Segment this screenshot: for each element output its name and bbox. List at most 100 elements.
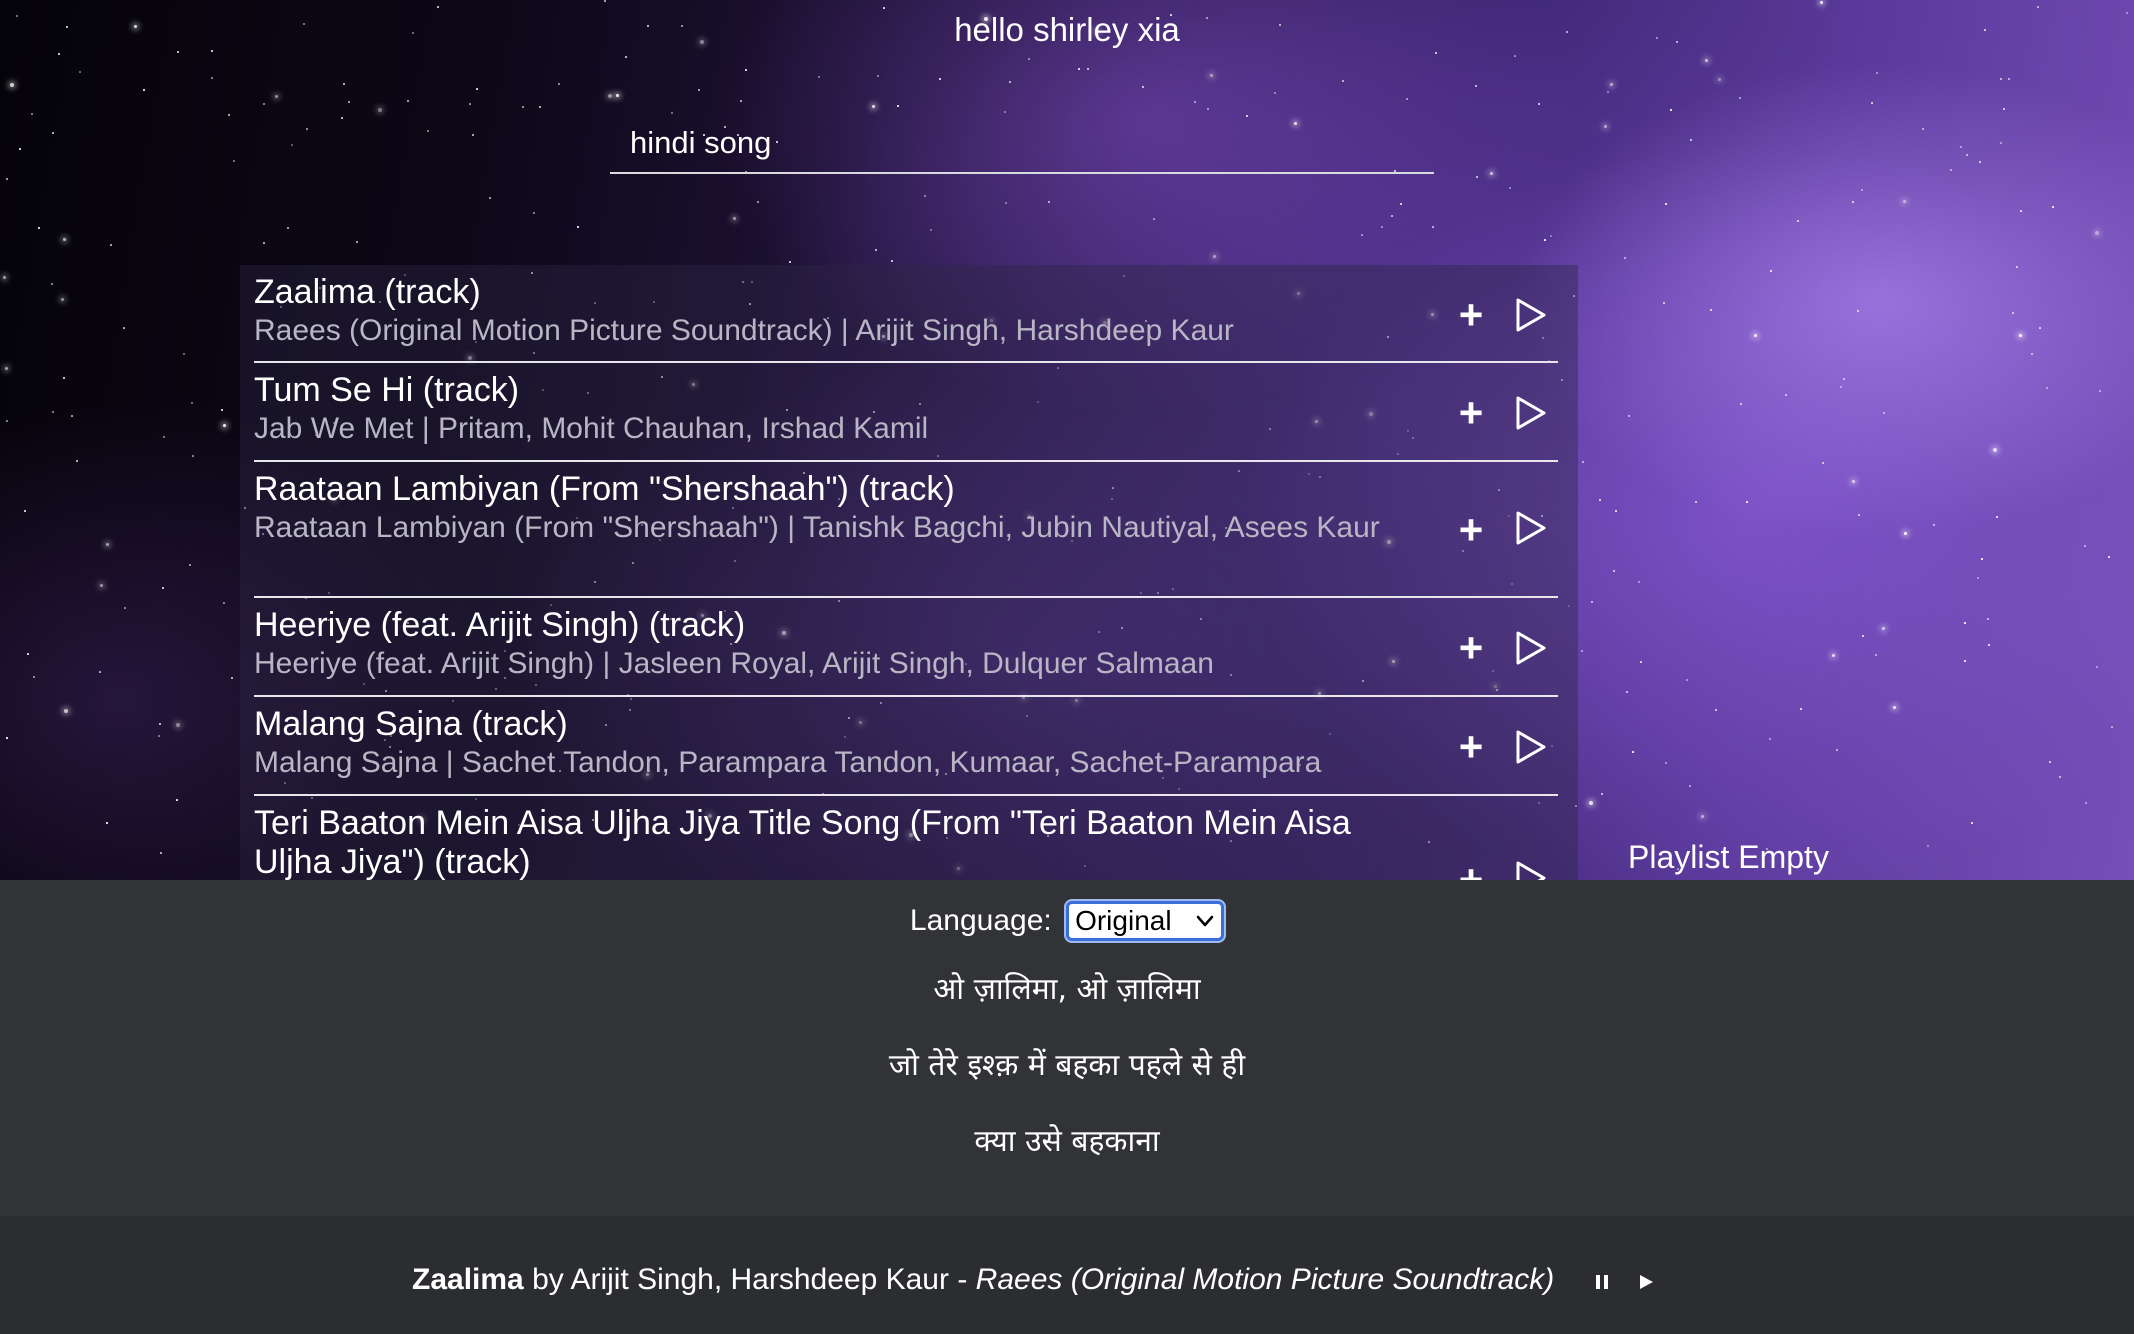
search-input[interactable] <box>610 118 1430 168</box>
add-to-playlist-button[interactable]: + <box>1451 294 1491 336</box>
star <box>1981 558 1983 560</box>
lyric-line: क्या उसे बहकाना <box>974 1124 1160 1159</box>
star <box>1832 654 1835 657</box>
star <box>1689 785 1691 787</box>
add-to-playlist-button[interactable]: + <box>1451 509 1491 551</box>
star <box>1904 532 1907 535</box>
language-selector-row: Language: Original <box>0 898 2134 943</box>
star <box>1638 581 1640 583</box>
play-outline-icon[interactable] <box>1514 860 1548 880</box>
add-to-playlist-button[interactable]: + <box>1451 859 1491 881</box>
star <box>1987 618 1989 620</box>
star <box>1406 98 1408 100</box>
star <box>1004 111 1006 113</box>
star <box>1632 751 1634 753</box>
star <box>1361 234 1363 236</box>
star <box>1903 200 1906 203</box>
star <box>1718 78 1721 81</box>
star <box>1993 448 1997 452</box>
star <box>1710 309 1712 311</box>
result-title: Raataan Lambiyan (From "Shershaah") (tra… <box>254 470 955 508</box>
star <box>1274 92 1276 94</box>
star <box>2099 390 2101 392</box>
star <box>52 132 54 134</box>
pause-icon[interactable] <box>1591 1271 1613 1293</box>
star <box>163 436 165 438</box>
star <box>228 114 230 116</box>
star <box>2019 334 2022 337</box>
play-outline-icon[interactable] <box>1514 297 1548 333</box>
star <box>6 737 8 739</box>
star <box>1665 203 1667 205</box>
now-playing-bar: Zaalima by Arijit Singh, Harshdeep Kaur … <box>0 1216 2134 1334</box>
star <box>1977 577 1979 579</box>
star <box>143 89 145 91</box>
star <box>110 244 112 246</box>
star <box>1538 103 1540 105</box>
star <box>1922 128 1924 130</box>
star <box>1820 1 1823 4</box>
search-field[interactable] <box>610 118 1434 174</box>
star <box>177 51 179 53</box>
star <box>2108 556 2110 558</box>
star <box>558 83 560 85</box>
play-icon[interactable] <box>1635 1271 1657 1293</box>
star <box>616 94 619 97</box>
star <box>883 7 885 9</box>
star <box>287 227 289 229</box>
star <box>1194 101 1196 103</box>
star <box>24 510 26 512</box>
star <box>31 113 33 115</box>
star <box>1213 255 1216 258</box>
star <box>1852 480 1855 483</box>
star <box>1342 80 1344 82</box>
star <box>1400 203 1402 205</box>
result-row: Tum Se Hi (track) Jab We Met | Pritam, M… <box>254 363 1558 462</box>
add-to-playlist-button[interactable]: + <box>1451 392 1491 434</box>
star <box>1640 661 1642 663</box>
star <box>38 227 40 229</box>
star <box>1927 845 1929 847</box>
language-select-value: Original <box>1075 905 1172 937</box>
result-text: Raataan Lambiyan (From "Shershaah") (tra… <box>254 470 1414 546</box>
star <box>1871 102 1873 104</box>
add-to-playlist-button[interactable]: + <box>1451 726 1491 768</box>
lyrics-panel: Language: Original ओ ज़ालिमा, ओ ज़ालिमा … <box>0 880 2134 1216</box>
star <box>160 852 162 854</box>
play-outline-icon[interactable] <box>1514 395 1548 431</box>
star <box>489 197 491 199</box>
star <box>1514 55 1516 57</box>
star <box>1971 822 1973 824</box>
star <box>1663 302 1665 304</box>
star <box>1996 516 1998 518</box>
star <box>291 144 293 146</box>
star <box>1028 58 1030 60</box>
star <box>63 238 66 241</box>
language-label: Language: <box>909 904 1052 938</box>
star <box>930 229 932 231</box>
play-outline-icon[interactable] <box>1514 729 1548 765</box>
star <box>1857 310 1859 312</box>
result-title: Zaalima (track) <box>254 273 481 311</box>
star <box>924 195 926 197</box>
star <box>1610 83 1613 86</box>
star <box>1882 627 1885 630</box>
result-text: Malang Sajna (track) Malang Sajna | Sach… <box>254 705 1414 781</box>
star <box>1628 415 1630 417</box>
star <box>306 128 308 130</box>
star <box>1843 378 1845 380</box>
star <box>176 723 180 727</box>
add-to-playlist-button[interactable]: + <box>1451 627 1491 669</box>
star <box>2049 761 2051 763</box>
star <box>52 411 54 413</box>
language-select[interactable]: Original <box>1066 901 1225 942</box>
star <box>71 415 73 417</box>
star <box>1544 239 1546 241</box>
search-results-list[interactable]: Zaalima (track) Raees (Original Motion P… <box>240 265 1578 880</box>
play-outline-icon[interactable] <box>1514 510 1548 546</box>
result-text: Heeriye (feat. Arijit Singh) (track) Hee… <box>254 606 1414 682</box>
result-subtitle: Raataan Lambiyan (From "Shershaah") | Ta… <box>254 511 1380 544</box>
star <box>604 0 606 2</box>
play-outline-icon[interactable] <box>1514 630 1548 666</box>
star <box>1490 172 1493 175</box>
